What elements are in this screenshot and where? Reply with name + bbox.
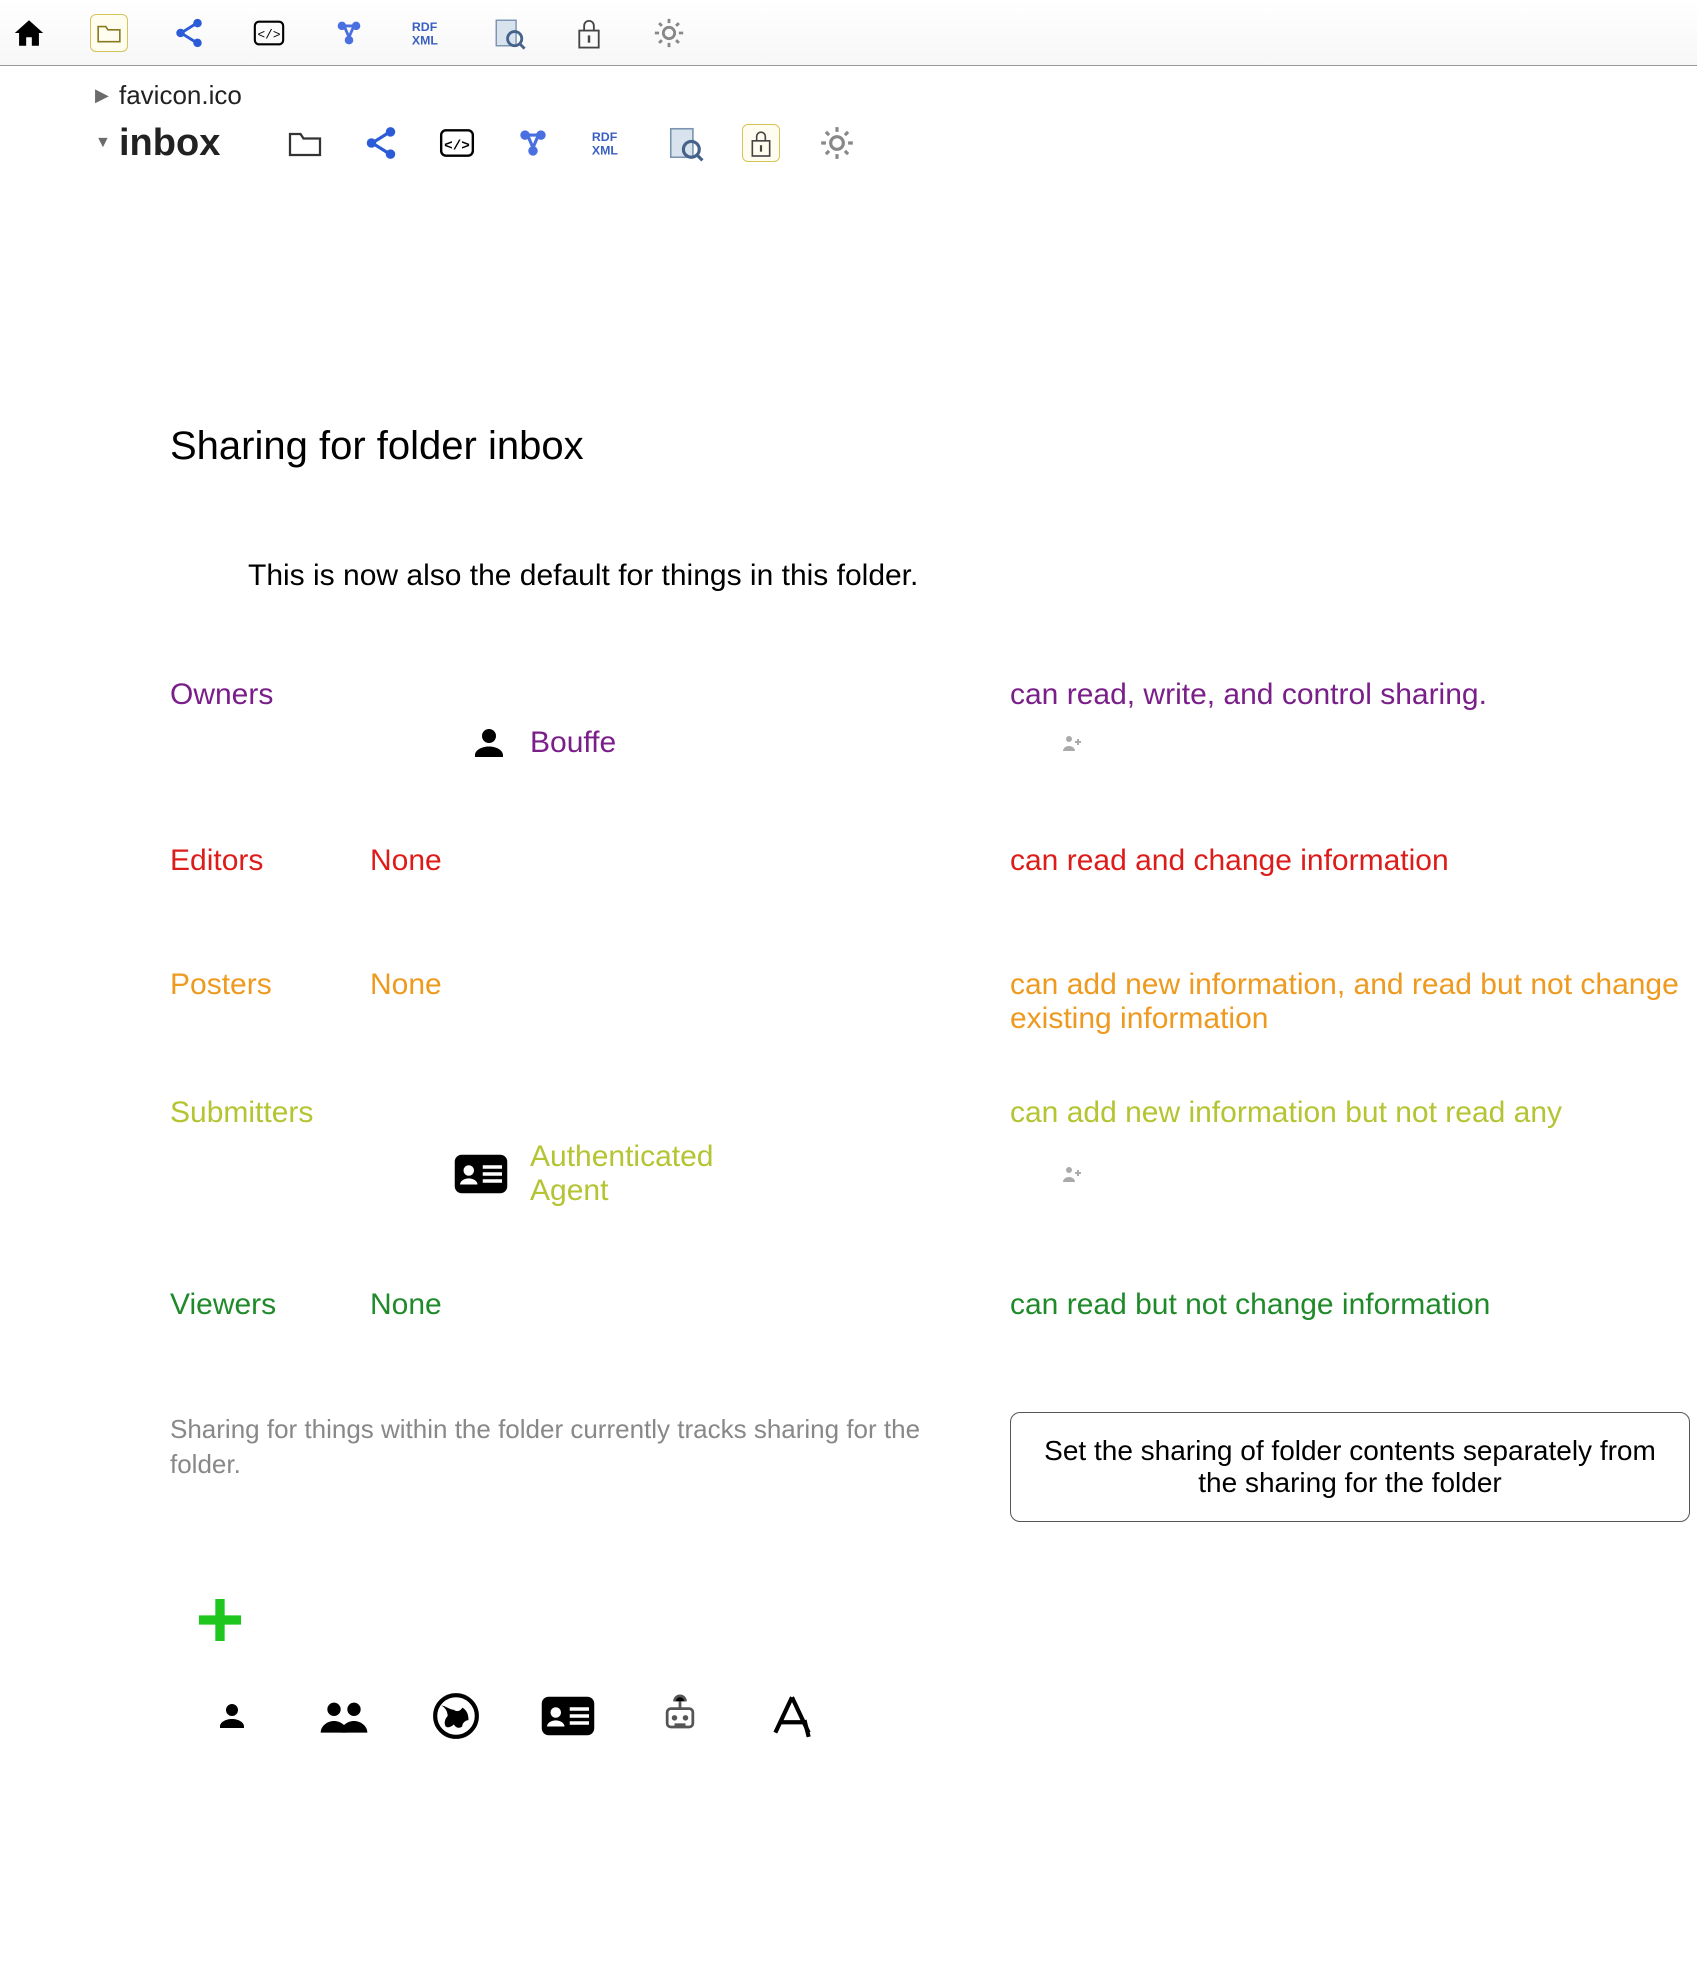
code-icon[interactable]: </> <box>438 124 476 162</box>
card-icon[interactable] <box>540 1688 596 1744</box>
share-icon[interactable] <box>362 124 400 162</box>
lock-icon[interactable] <box>570 14 608 52</box>
tree-item-label: inbox <box>119 122 220 165</box>
person-icon <box>468 722 510 764</box>
set-separate-sharing-button[interactable]: Set the sharing of folder contents separ… <box>1010 1412 1690 1522</box>
plus-icon[interactable] <box>192 1592 1697 1648</box>
role-label: Owners <box>170 678 350 712</box>
tree-item-inbox[interactable]: ▼ inbox </> RDFXML <box>95 122 1697 164</box>
gear-icon[interactable] <box>818 124 856 162</box>
molecule-icon[interactable] <box>330 14 368 52</box>
tracking-text: Sharing for things within the folder cur… <box>170 1412 980 1482</box>
role-none: None <box>370 844 990 878</box>
svg-text:RDF: RDF <box>592 130 618 144</box>
role-viewers: Viewers None can read but not change inf… <box>170 1288 1697 1322</box>
svg-text:RDF: RDF <box>412 20 438 34</box>
submitter-agent-row: Authenticated Agent <box>170 1140 1697 1208</box>
agent-name[interactable]: Bouffe <box>530 726 790 760</box>
tree-item-favicon[interactable]: ▶ favicon.ico <box>95 74 1697 116</box>
role-desc: can read and change information <box>1010 844 1697 878</box>
share-icon[interactable] <box>170 14 208 52</box>
search-icon[interactable] <box>490 14 528 52</box>
card-icon <box>452 1153 510 1195</box>
role-owners: Owners can read, write, and control shar… <box>170 678 1697 712</box>
person-icon[interactable] <box>204 1688 260 1744</box>
top-toolbar: </> RDFXML <box>0 0 1697 66</box>
role-desc: can read but not change information <box>1010 1288 1697 1322</box>
svg-text:</>: </> <box>445 138 471 154</box>
svg-text:XML: XML <box>592 143 619 157</box>
owner-agent-row: Bouffe <box>170 722 1697 764</box>
role-submitters: Submitters can add new information but n… <box>170 1096 1697 1130</box>
code-icon[interactable]: </> <box>250 14 288 52</box>
role-label: Submitters <box>170 1096 350 1130</box>
role-none: None <box>370 968 990 1002</box>
gear-icon[interactable] <box>650 14 688 52</box>
main-content: Sharing for folder inbox This is now als… <box>0 164 1697 1744</box>
role-none: None <box>370 1288 990 1322</box>
role-label: Editors <box>170 844 350 878</box>
tracking-row: Sharing for things within the folder cur… <box>170 1412 1697 1522</box>
molecule-icon[interactable] <box>514 124 552 162</box>
tree-view: ▶ favicon.ico ▼ inbox </> RDFXML <box>0 66 1697 164</box>
robot-icon[interactable] <box>652 1688 708 1744</box>
folder-icon[interactable] <box>90 14 128 52</box>
role-label: Viewers <box>170 1288 350 1322</box>
page-subtitle: This is now also the default for things … <box>248 559 1697 593</box>
svg-text:XML: XML <box>412 33 439 47</box>
page-title: Sharing for folder inbox <box>170 424 1697 469</box>
folder-icon[interactable] <box>286 124 324 162</box>
agent-type-icons <box>204 1688 1697 1744</box>
lock-icon[interactable] <box>742 124 780 162</box>
rdfxml-icon[interactable]: RDFXML <box>410 14 448 52</box>
chevron-down-icon: ▼ <box>95 134 113 152</box>
roles-table: Owners can read, write, and control shar… <box>170 678 1697 1322</box>
role-editors: Editors None can read and change informa… <box>170 844 1697 878</box>
role-label: Posters <box>170 968 350 1002</box>
role-desc: can read, write, and control sharing. <box>1010 678 1697 712</box>
row-toolbar: </> RDFXML <box>286 124 856 162</box>
search-icon[interactable] <box>666 124 704 162</box>
tree-item-label: favicon.ico <box>119 80 242 111</box>
app-icon[interactable] <box>764 1688 820 1744</box>
chevron-right-icon: ▶ <box>95 85 113 106</box>
add-person-icon[interactable] <box>1060 1162 1697 1186</box>
group-icon[interactable] <box>316 1688 372 1744</box>
globe-icon[interactable] <box>428 1688 484 1744</box>
role-posters: Posters None can add new information, an… <box>170 968 1697 1036</box>
add-person-icon[interactable] <box>1060 731 1697 755</box>
role-desc: can add new information, and read but no… <box>1010 968 1697 1036</box>
agent-name[interactable]: Authenticated Agent <box>530 1140 790 1208</box>
svg-text:</>: </> <box>258 27 281 42</box>
home-icon[interactable] <box>10 14 48 52</box>
rdfxml-icon[interactable]: RDFXML <box>590 124 628 162</box>
role-desc: can add new information but not read any <box>1010 1096 1697 1130</box>
